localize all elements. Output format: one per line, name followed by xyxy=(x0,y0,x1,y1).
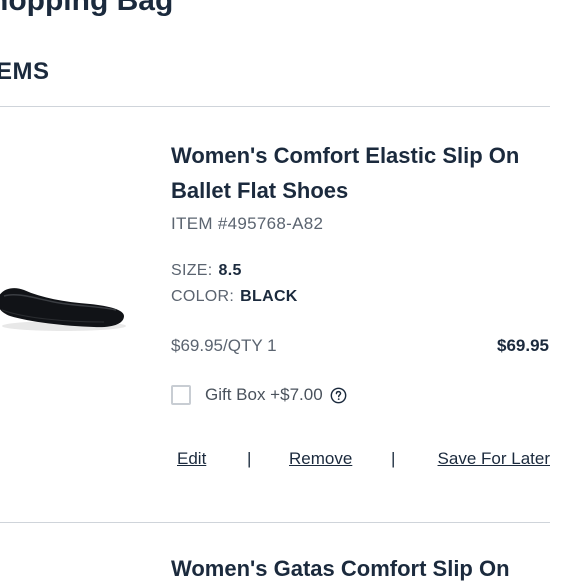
product-image[interactable] xyxy=(0,276,134,340)
section-divider xyxy=(0,106,550,107)
size-row: SIZE: 8.5 xyxy=(171,262,242,280)
next-product-name-link[interactable]: Women's Gatas Comfort Slip On xyxy=(171,556,551,582)
item-divider xyxy=(0,522,550,523)
action-separator: | xyxy=(247,449,252,468)
size-label: SIZE: xyxy=(171,262,213,279)
page-title: hopping Bag xyxy=(0,0,174,17)
save-for-later-link[interactable]: Save For Later xyxy=(438,449,550,469)
gift-box-checkbox[interactable] xyxy=(171,385,191,405)
product-name-link[interactable]: Women's Comfort Elastic Slip On Ballet F… xyxy=(171,138,551,208)
item-number: ITEM #495768-A82 xyxy=(171,214,324,233)
items-section-label: EMS xyxy=(0,58,50,85)
color-row: COLOR: BLACK xyxy=(171,288,298,306)
edit-link[interactable]: Edit xyxy=(177,449,206,469)
color-value: BLACK xyxy=(240,288,298,305)
color-label: COLOR: xyxy=(171,288,235,305)
question-circle-icon[interactable] xyxy=(330,387,347,404)
item-actions: Edit | Remove | Save For Later xyxy=(177,449,550,473)
line-total: $69.95 xyxy=(497,336,549,355)
gift-box-option: Gift Box +$7.00 xyxy=(171,385,347,405)
remove-link[interactable]: Remove xyxy=(289,449,352,469)
unit-price: $69.95/QTY 1 xyxy=(171,336,277,355)
action-separator: | xyxy=(391,449,396,468)
gift-box-label[interactable]: Gift Box +$7.00 xyxy=(205,385,323,405)
size-value: 8.5 xyxy=(218,262,242,279)
